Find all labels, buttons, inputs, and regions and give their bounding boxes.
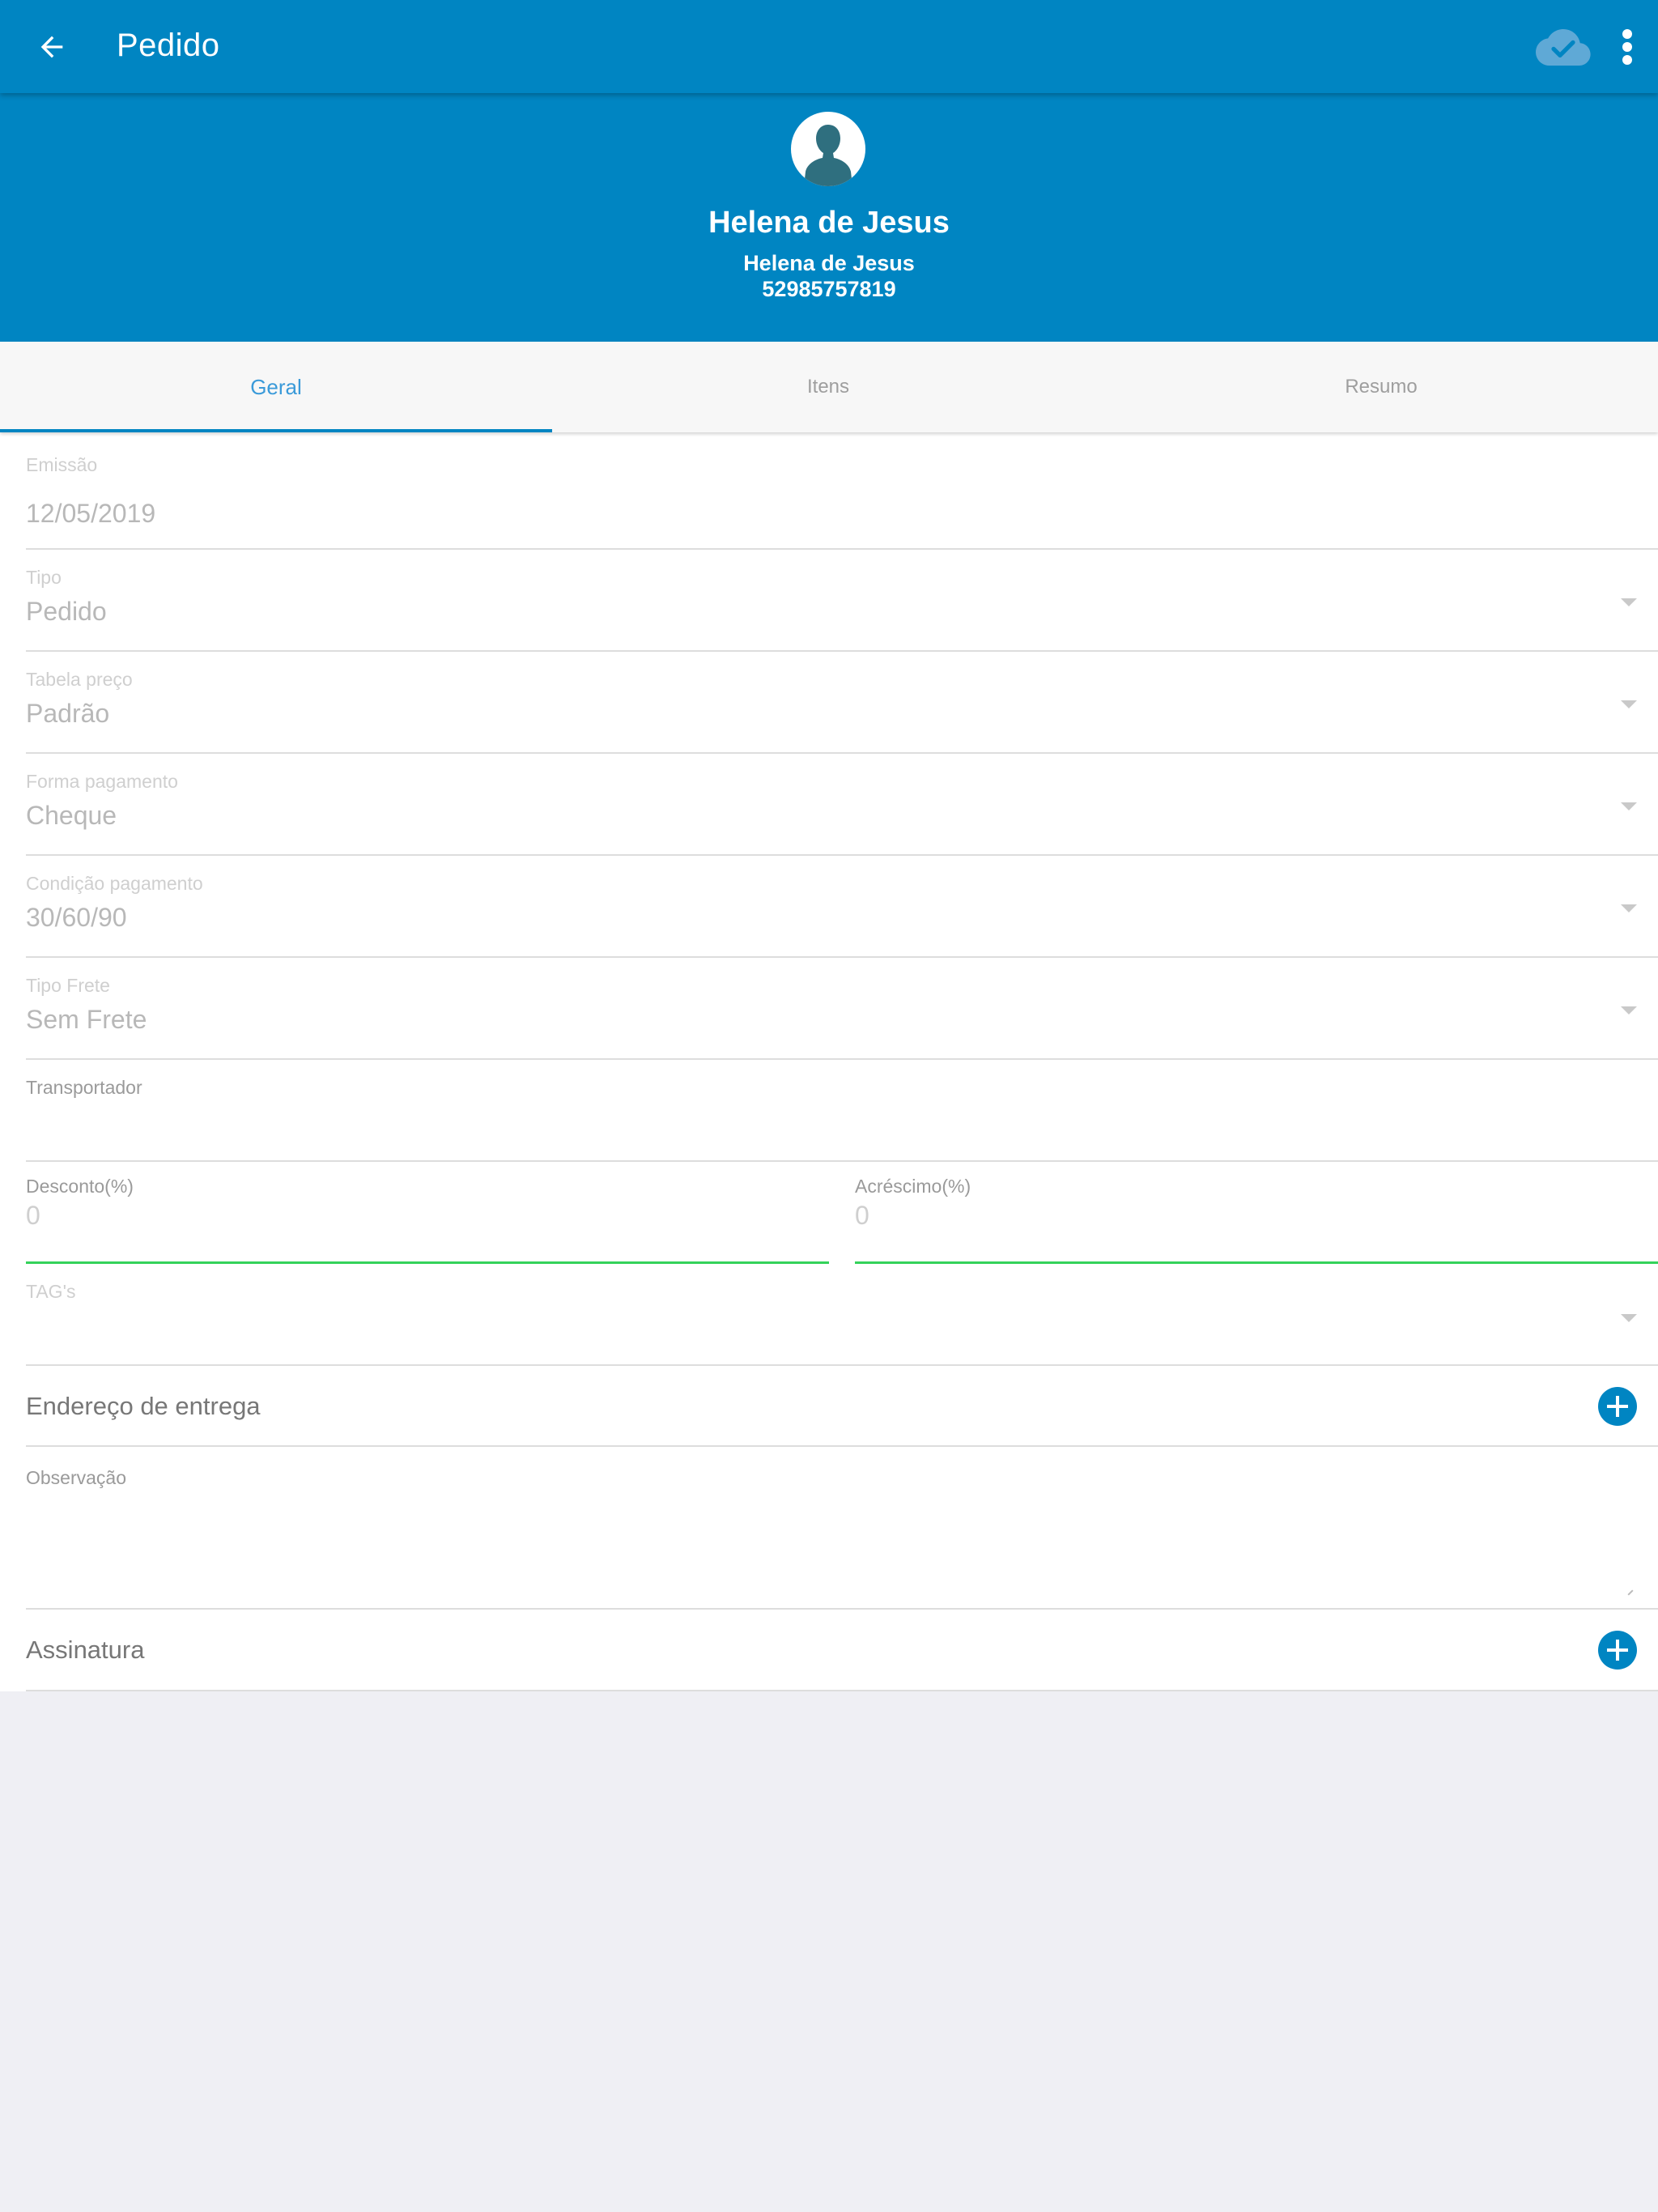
- cloud-check-icon: [1536, 29, 1591, 66]
- tipo-frete-select[interactable]: Tipo Frete Sem Frete: [26, 958, 1658, 1060]
- transportador-field[interactable]: Transportador: [26, 1060, 1658, 1162]
- avatar: [791, 112, 865, 186]
- acrescimo-input[interactable]: Acréscimo(%) 0: [855, 1162, 1658, 1264]
- chevron-down-icon: [1621, 700, 1637, 708]
- tags-label: TAG's: [26, 1281, 76, 1302]
- assinatura-row[interactable]: Assinatura: [26, 1610, 1658, 1691]
- sync-button[interactable]: [1530, 18, 1596, 76]
- tab-bar: Geral Itens Resumo: [0, 342, 1658, 432]
- chevron-down-icon: [1621, 802, 1637, 810]
- condicao-pagamento-label: Condição pagamento: [26, 873, 203, 894]
- more-options-button[interactable]: [1606, 18, 1648, 76]
- forma-pagamento-value: Cheque: [26, 801, 117, 830]
- chevron-down-icon: [1621, 1314, 1637, 1322]
- resize-handle-icon[interactable]: [1627, 1589, 1634, 1596]
- tab-label: Itens: [806, 376, 850, 398]
- tipo-frete-label: Tipo Frete: [26, 975, 110, 996]
- tabela-preco-label: Tabela preço: [26, 669, 133, 690]
- customer-document: 52985757819: [762, 277, 896, 301]
- tab-itens[interactable]: Itens: [552, 342, 1104, 432]
- person-avatar-icon: [804, 125, 852, 186]
- emissao-value: 12/05/2019: [26, 499, 156, 528]
- tipo-value: Pedido: [26, 597, 107, 626]
- customer-name: Helena de Jesus: [708, 206, 950, 240]
- add-endereco-button[interactable]: [1598, 1387, 1637, 1426]
- desconto-label: Desconto(%): [26, 1176, 134, 1197]
- acrescimo-placeholder: 0: [855, 1201, 869, 1230]
- customer-header: Helena de Jesus Helena de Jesus 52985757…: [0, 93, 1658, 342]
- transportador-label: Transportador: [26, 1077, 142, 1098]
- chevron-down-icon: [1621, 598, 1637, 606]
- tab-resumo[interactable]: Resumo: [1104, 342, 1658, 432]
- endereco-entrega-label: Endereço de entrega: [26, 1392, 261, 1420]
- observacao-textarea[interactable]: Observação: [26, 1447, 1658, 1610]
- emissao-field[interactable]: Emissão 12/05/2019: [26, 432, 1658, 550]
- page-title: Pedido: [117, 28, 220, 63]
- active-tab-indicator: [0, 429, 552, 432]
- emissao-label: Emissão: [26, 454, 98, 475]
- assinatura-label: Assinatura: [26, 1636, 145, 1664]
- tab-geral[interactable]: Geral: [0, 342, 552, 432]
- add-assinatura-button[interactable]: [1598, 1631, 1637, 1670]
- forma-pagamento-label: Forma pagamento: [26, 771, 178, 792]
- tabela-preco-select[interactable]: Tabela preço Padrão: [26, 652, 1658, 754]
- chevron-down-icon: [1621, 1006, 1637, 1015]
- observacao-label: Observação: [26, 1467, 127, 1488]
- customer-subtitle: Helena de Jesus: [743, 251, 915, 275]
- more-vertical-icon: [1622, 29, 1632, 65]
- forma-pagamento-select[interactable]: Forma pagamento Cheque: [26, 754, 1658, 856]
- endereco-entrega-row[interactable]: Endereço de entrega: [26, 1366, 1658, 1447]
- chevron-down-icon: [1621, 904, 1637, 912]
- order-form: Emissão 12/05/2019 Tipo Pedido Tabela pr…: [0, 432, 1658, 1691]
- desconto-input[interactable]: Desconto(%) 0: [26, 1162, 829, 1264]
- tags-select[interactable]: TAG's: [26, 1264, 1658, 1366]
- tab-label: Geral: [250, 374, 302, 399]
- tab-label: Resumo: [1345, 376, 1418, 398]
- tabela-preco-value: Padrão: [26, 699, 110, 728]
- acrescimo-label: Acréscimo(%): [855, 1176, 971, 1197]
- tipo-label: Tipo: [26, 567, 62, 588]
- tipo-select[interactable]: Tipo Pedido: [26, 550, 1658, 652]
- desconto-placeholder: 0: [26, 1201, 40, 1230]
- condicao-pagamento-value: 30/60/90: [26, 903, 127, 932]
- app-bar: Pedido: [0, 0, 1658, 93]
- arrow-left-icon: [40, 36, 63, 58]
- back-button[interactable]: [23, 18, 81, 76]
- tipo-frete-value: Sem Frete: [26, 1005, 147, 1034]
- condicao-pagamento-select[interactable]: Condição pagamento 30/60/90: [26, 856, 1658, 958]
